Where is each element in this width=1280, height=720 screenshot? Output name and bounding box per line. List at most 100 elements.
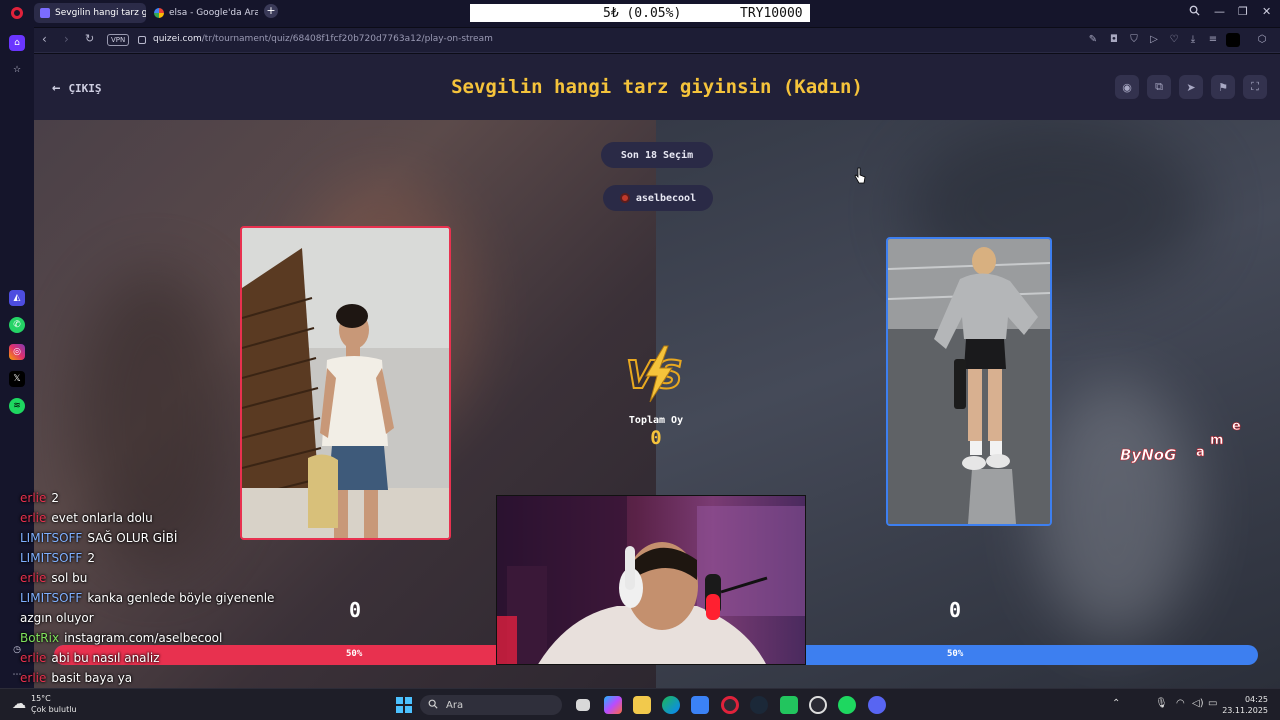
- forward-icon[interactable]: ›: [64, 32, 69, 46]
- temperature: 15°C: [31, 694, 51, 703]
- chat-username[interactable]: erlie: [20, 651, 46, 665]
- weather-widget[interactable]: ☁ 15°C Çok bulutlu: [12, 693, 77, 715]
- menu-icon[interactable]: ≡: [1206, 33, 1220, 47]
- chat-text: basit baya ya: [51, 671, 133, 685]
- tab-google[interactable]: elsa - Google'da Ara: [148, 3, 258, 23]
- volume-icon[interactable]: ◁): [1192, 698, 1204, 709]
- chat-username[interactable]: LIMITSOFF: [20, 551, 82, 565]
- chat-username[interactable]: BotRix: [20, 631, 59, 645]
- send-icon: ➤: [1186, 80, 1196, 94]
- google-favicon-icon: [154, 8, 164, 18]
- chat-text: sol bu: [51, 571, 88, 585]
- chat-message: erlie evet onlarla dolu: [20, 508, 300, 528]
- url-path: /tr/tournament/quiz/68408f1fcf20b720d776…: [201, 34, 493, 44]
- spotify-taskbar-icon[interactable]: [838, 696, 856, 714]
- svg-text:ByNoG: ByNoG: [1120, 446, 1176, 464]
- extensions-icon[interactable]: ⬡: [1255, 33, 1269, 47]
- wifi-icon[interactable]: ◠: [1176, 698, 1185, 709]
- back-icon[interactable]: ‹: [42, 32, 47, 46]
- vs-icon: VS: [625, 345, 684, 403]
- game-launcher-icon[interactable]: [780, 696, 798, 714]
- eye-icon: ◉: [1122, 80, 1132, 94]
- option-card-right[interactable]: [886, 237, 1052, 526]
- windows-taskbar: ☁ 15°C Çok bulutlu Ara ⌃ 🎙 ◠ ◁) ▭ 04:25 …: [0, 688, 1280, 720]
- report-button[interactable]: ⚑: [1211, 75, 1235, 99]
- new-tab-button[interactable]: +: [264, 4, 278, 18]
- store-icon[interactable]: [691, 696, 709, 714]
- file-explorer-icon[interactable]: [633, 696, 651, 714]
- edge-icon[interactable]: [662, 696, 680, 714]
- spotify-icon[interactable]: ≋: [9, 398, 25, 414]
- shield-icon[interactable]: ⛉: [1127, 33, 1141, 47]
- profile-icon[interactable]: [1226, 33, 1240, 47]
- chat-username[interactable]: LIMITSOFF: [20, 591, 82, 605]
- star-icon[interactable]: ☆: [9, 62, 25, 78]
- play-icon[interactable]: ▷: [1147, 33, 1161, 47]
- tab-quiz[interactable]: Sevgilin hangi tarz giyinsin: [34, 3, 146, 23]
- left-votes: 0: [349, 598, 362, 622]
- url-host: quizei.com: [153, 34, 202, 44]
- reload-icon[interactable]: ↻: [85, 32, 94, 45]
- fullscreen-button[interactable]: ⛶: [1243, 75, 1267, 99]
- url-field[interactable]: quizei.com/tr/tournament/quiz/68408f1fcf…: [153, 34, 493, 44]
- tray-chevron-icon[interactable]: ⌃: [1112, 698, 1120, 709]
- battery-icon[interactable]: ▭: [1208, 698, 1217, 709]
- stream-chat: erlie 2 erlie evet onlarla dolu LIMITSOFF SAĞ…: [20, 488, 300, 688]
- steam-icon[interactable]: [750, 696, 768, 714]
- search-icon: [428, 699, 438, 712]
- aria-icon[interactable]: ◭: [9, 290, 25, 306]
- opera-logo-icon[interactable]: [11, 7, 23, 19]
- chat-text: 2: [87, 551, 95, 565]
- svg-text:e: e: [1232, 419, 1241, 434]
- chat-message: BotRix instagram.com/aselbecool: [20, 628, 300, 648]
- option-image-right: [888, 239, 1050, 524]
- system-clock[interactable]: 04:25 23.11.2025: [1222, 694, 1268, 716]
- whatsapp-icon[interactable]: ✆: [9, 317, 25, 333]
- vpn-badge[interactable]: VPN: [107, 34, 130, 46]
- eye-button[interactable]: ◉: [1115, 75, 1139, 99]
- copilot-icon[interactable]: [604, 696, 622, 714]
- camera-icon[interactable]: ◘: [1107, 33, 1121, 47]
- share-button[interactable]: ⧉: [1147, 75, 1171, 99]
- home-icon[interactable]: ⌂: [9, 35, 25, 51]
- site-info-icon[interactable]: [138, 36, 146, 44]
- close-icon[interactable]: ✕: [1262, 5, 1271, 18]
- heart-icon[interactable]: ♡: [1167, 33, 1181, 47]
- chat-username[interactable]: LIMITSOFF: [20, 531, 82, 545]
- share-icon: ⧉: [1155, 80, 1163, 93]
- chat-username[interactable]: erlie: [20, 571, 46, 585]
- chat-text: abi bu nasıl analiz: [51, 651, 160, 665]
- task-view-icon[interactable]: [576, 699, 590, 711]
- chat-text: SAĞ OLUR GİBİ: [87, 531, 178, 545]
- x-icon[interactable]: 𝕏: [9, 371, 25, 387]
- chat-username[interactable]: erlie: [20, 511, 46, 525]
- windows-start-icon[interactable]: [396, 697, 412, 713]
- mic-icon[interactable]: 🎙: [1155, 698, 1168, 709]
- left-percent: 50%: [346, 649, 363, 659]
- instagram-icon[interactable]: ◎: [9, 344, 25, 360]
- taskbar-search[interactable]: Ara: [420, 695, 562, 715]
- chat-message: azgın oluyor: [20, 608, 300, 628]
- maximize-icon[interactable]: ❐: [1238, 5, 1248, 18]
- chat-username[interactable]: erlie: [20, 671, 46, 685]
- round-label: Son 18 Seçim: [620, 149, 694, 161]
- chat-text: instagram.com/aselbecool: [64, 631, 223, 645]
- chat-username[interactable]: erlie: [20, 491, 46, 505]
- chat-message: erlie 2: [20, 488, 300, 508]
- ticker-balance: TRY10000: [740, 5, 803, 21]
- obs-icon[interactable]: [809, 696, 827, 714]
- edit-icon[interactable]: ✎: [1086, 33, 1100, 47]
- svg-text:m: m: [1210, 433, 1224, 448]
- minimize-icon[interactable]: —: [1214, 5, 1225, 18]
- search-tabs-icon[interactable]: [1189, 5, 1200, 19]
- total-votes-value: 0: [650, 427, 662, 449]
- discord-icon[interactable]: [868, 696, 886, 714]
- weather-text: Çok bulutlu: [31, 705, 77, 714]
- streamer-avatar: [619, 193, 630, 203]
- send-button[interactable]: ➤: [1179, 75, 1203, 99]
- svg-text:a: a: [1196, 445, 1205, 460]
- streamer-badge[interactable]: aselbecool: [603, 185, 713, 211]
- opera-taskbar-icon[interactable]: [721, 696, 739, 714]
- download-icon[interactable]: ⤓: [1186, 33, 1200, 47]
- flag-icon: ⚑: [1218, 80, 1228, 94]
